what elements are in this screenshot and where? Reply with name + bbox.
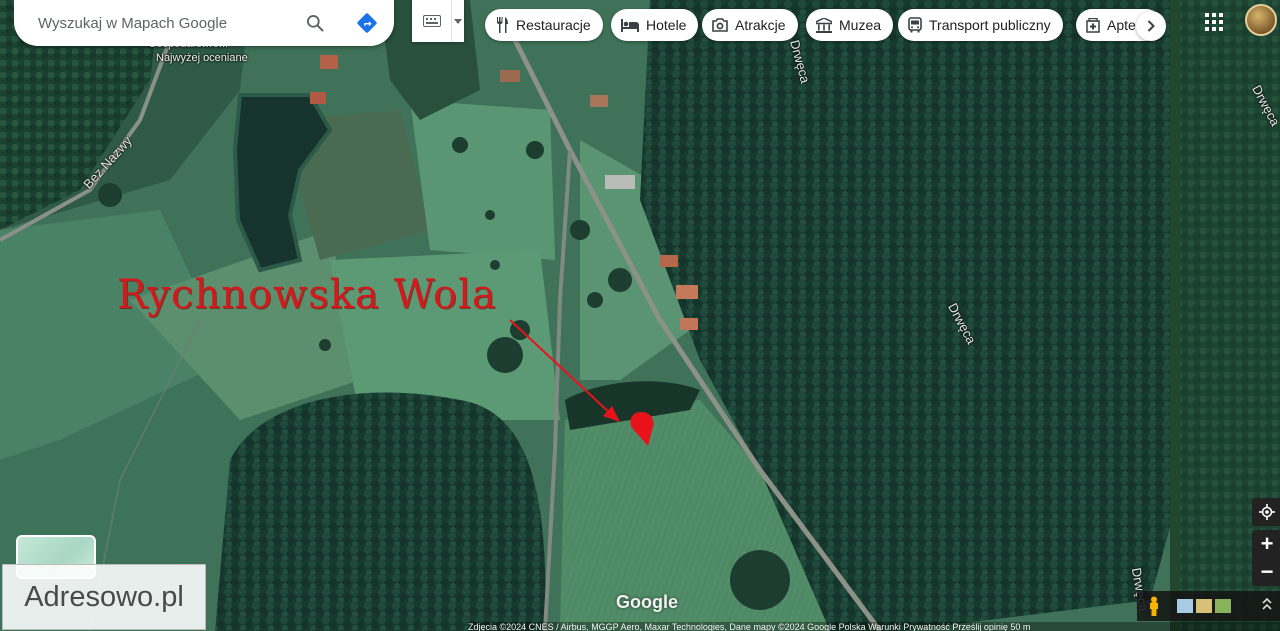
chip-public-transport[interactable]: Transport publiczny	[898, 9, 1063, 41]
location-target-icon	[1259, 504, 1275, 520]
bus-icon	[908, 17, 922, 33]
chips-next-button[interactable]	[1136, 11, 1166, 41]
search-icon[interactable]	[300, 8, 330, 38]
chip-label: Restauracje	[516, 17, 591, 33]
chevron-down-icon[interactable]	[452, 18, 464, 24]
chip-restaurants[interactable]: Restauracje	[485, 9, 603, 41]
zoom-in-button[interactable]: +	[1252, 530, 1280, 558]
keyboard-icon[interactable]	[412, 0, 452, 42]
chip-label: Muzea	[839, 17, 882, 33]
watermark-logo: Adresowo.pl	[2, 564, 206, 630]
layer-thumbnail-terrain[interactable]	[1196, 599, 1212, 613]
zoom-controls: + −	[1252, 530, 1280, 586]
chip-museums[interactable]: Muzea	[806, 9, 894, 41]
map-attribution: Zdjęcia ©2024 CNES / Airbus, MGGP Aero, …	[468, 622, 1280, 631]
pegman-icon[interactable]	[1143, 595, 1165, 617]
museum-icon	[816, 17, 832, 33]
fork-knife-icon	[497, 17, 508, 33]
poi-rating-label: Najwyżej oceniane	[156, 52, 248, 64]
layer-thumbnail-satellite[interactable]	[1215, 599, 1231, 613]
layer-thumbnail-map[interactable]	[1177, 599, 1193, 613]
camera-icon	[712, 18, 728, 32]
chip-label: Atrakcje	[735, 17, 786, 33]
chip-hotels[interactable]: Hotele	[611, 9, 699, 41]
zoom-out-button[interactable]: −	[1252, 558, 1280, 586]
chip-label: Transport publiczny	[929, 17, 1051, 33]
pharmacy-icon	[1086, 17, 1100, 33]
directions-icon[interactable]	[352, 8, 382, 38]
google-logo: Google	[616, 592, 678, 612]
chip-label: Hotele	[646, 17, 687, 33]
chip-label: Apte	[1107, 17, 1136, 33]
bed-icon	[621, 18, 639, 32]
avatar[interactable]	[1245, 4, 1277, 36]
expand-icon[interactable]	[1262, 598, 1272, 612]
chevron-right-icon	[1147, 20, 1155, 32]
map-bottom-toolbar	[1137, 591, 1280, 621]
chip-attractions[interactable]: Atrakcje	[702, 9, 798, 41]
apps-grid-icon[interactable]	[1204, 12, 1224, 32]
layers-button[interactable]	[412, 0, 464, 42]
my-location-button[interactable]	[1252, 498, 1280, 526]
search-box[interactable]	[14, 0, 394, 46]
search-input[interactable]	[38, 14, 288, 32]
location-overlay-title: Rychnowska Wola	[117, 272, 497, 318]
